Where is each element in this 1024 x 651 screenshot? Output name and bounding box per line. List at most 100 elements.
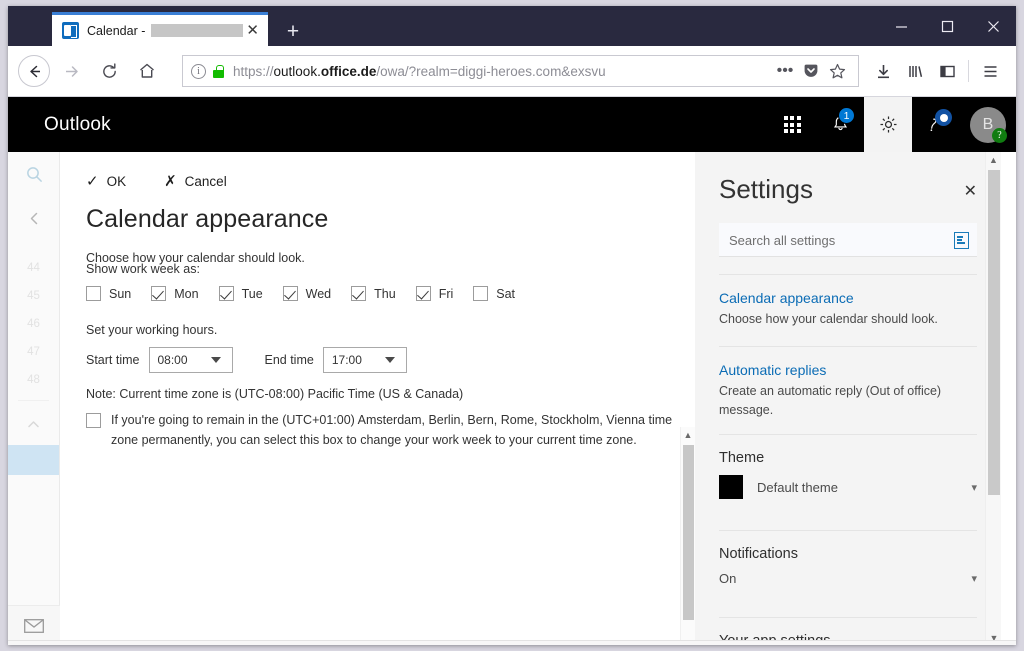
- x-icon: ✗: [164, 174, 177, 189]
- week-number: 46: [8, 310, 59, 338]
- settings-pane-scrollbar[interactable]: ▲ ▼: [985, 152, 1001, 645]
- close-icon[interactable]: ✕: [964, 174, 977, 200]
- maximize-icon[interactable]: [924, 6, 970, 46]
- day-label-sun: Sun: [109, 287, 131, 301]
- search-icon[interactable]: [8, 152, 60, 196]
- settings-item-automatic-replies[interactable]: Automatic replies Create an automatic re…: [695, 347, 1001, 420]
- start-time-select[interactable]: 08:00: [149, 347, 233, 373]
- timezone-checkbox-row[interactable]: If you're going to remain in the (UTC+01…: [86, 410, 686, 450]
- settings-description: Choose how your calendar should look.: [719, 310, 977, 329]
- checkbox-mon[interactable]: [151, 286, 166, 301]
- settings-item-theme[interactable]: Theme Default theme ▾: [695, 435, 1001, 513]
- cancel-button[interactable]: ✗ Cancel: [164, 174, 227, 189]
- week-number: 45: [8, 282, 59, 310]
- start-time-value: 08:00: [158, 353, 201, 367]
- back-icon[interactable]: [18, 55, 50, 87]
- ok-button[interactable]: ✓ OK: [86, 174, 126, 189]
- browser-tab[interactable]: Calendar - ✕: [52, 12, 268, 46]
- work-week-day-fri[interactable]: Fri: [416, 286, 454, 301]
- avatar-status-badge: ?: [992, 128, 1007, 143]
- notification-count-badge: 1: [838, 107, 855, 124]
- scroll-up-icon[interactable]: ▲: [986, 152, 1001, 167]
- tab-close-icon[interactable]: ✕: [243, 21, 262, 41]
- week-number-list: 44 45 46 47 48: [8, 254, 59, 394]
- star-icon[interactable]: [824, 57, 850, 85]
- home-icon[interactable]: [130, 54, 164, 88]
- checkbox-fri[interactable]: [416, 286, 431, 301]
- web-page: Outlook 1: [8, 97, 1016, 645]
- status-strip: [8, 640, 1016, 645]
- browser-toolbar-right: [867, 54, 1006, 88]
- dialog-scrollbar[interactable]: ▲ ▼: [680, 427, 695, 645]
- page-info-icon[interactable]: i: [191, 64, 206, 79]
- library-icon[interactable]: [899, 54, 931, 88]
- avatar[interactable]: B ?: [960, 97, 1016, 152]
- chevron-up-icon[interactable]: [8, 407, 59, 441]
- day-label-fri: Fri: [439, 287, 454, 301]
- gear-icon[interactable]: [864, 97, 912, 152]
- bell-icon[interactable]: 1: [816, 97, 864, 152]
- work-week-day-tue[interactable]: Tue: [219, 286, 263, 301]
- minimize-icon[interactable]: [878, 6, 924, 46]
- chevron-down-icon[interactable]: ▾: [971, 572, 977, 585]
- checkbox-thu[interactable]: [351, 286, 366, 301]
- checkbox-sat[interactable]: [473, 286, 488, 301]
- timezone-note: Note: Current time zone is (UTC-08:00) P…: [86, 387, 694, 401]
- work-week-day-sun[interactable]: Sun: [86, 286, 131, 301]
- chevron-down-icon[interactable]: ▾: [971, 481, 977, 494]
- notifications-row[interactable]: On ▾: [719, 571, 977, 586]
- day-label-sat: Sat: [496, 287, 515, 301]
- work-week-day-mon[interactable]: Mon: [151, 286, 198, 301]
- timezone-section: Note: Current time zone is (UTC-08:00) P…: [60, 387, 694, 450]
- check-icon: ✓: [86, 174, 99, 189]
- hamburger-menu-icon[interactable]: [974, 54, 1006, 88]
- download-icon[interactable]: [867, 54, 899, 88]
- work-week-day-wed[interactable]: Wed: [283, 286, 331, 301]
- close-icon[interactable]: [970, 6, 1016, 46]
- waffle-grid-icon[interactable]: [768, 97, 816, 152]
- checkbox-wed[interactable]: [283, 286, 298, 301]
- chevron-left-icon[interactable]: [8, 196, 60, 240]
- work-week-day-thu[interactable]: Thu: [351, 286, 396, 301]
- reload-icon[interactable]: [92, 54, 126, 88]
- mail-icon[interactable]: [8, 605, 60, 645]
- settings-title: Settings: [719, 174, 813, 205]
- end-time-value: 17:00: [332, 353, 375, 367]
- help-icon[interactable]: [912, 97, 960, 152]
- theme-header: Theme: [719, 450, 977, 466]
- new-tab-button[interactable]: +: [280, 18, 306, 44]
- settings-link[interactable]: Calendar appearance: [719, 290, 977, 306]
- settings-item-notifications[interactable]: Notifications On ▾: [695, 531, 1001, 600]
- address-bar[interactable]: i https://outlook.office.de/owa/?realm=d…: [182, 55, 859, 87]
- checkbox-timezone[interactable]: [86, 413, 101, 428]
- week-number: 44: [8, 254, 59, 282]
- settings-item-calendar-appearance[interactable]: Calendar appearance Choose how your cale…: [695, 275, 1001, 329]
- ok-label: OK: [107, 174, 127, 189]
- rail-selected-row[interactable]: [8, 445, 59, 475]
- sidebar-icon[interactable]: [931, 54, 963, 88]
- start-time-label: Start time: [86, 353, 140, 367]
- checkbox-tue[interactable]: [219, 286, 234, 301]
- week-number: 48: [8, 366, 59, 394]
- checkbox-sun[interactable]: [86, 286, 101, 301]
- search-input[interactable]: Search all settings: [719, 223, 977, 257]
- url-actions: •••: [772, 57, 850, 85]
- scrollbar-thumb[interactable]: [988, 170, 1000, 495]
- notes-icon[interactable]: [954, 232, 969, 249]
- scrollbar-thumb[interactable]: [683, 445, 694, 620]
- work-week-day-sat[interactable]: Sat: [473, 286, 515, 301]
- scroll-up-icon[interactable]: ▲: [681, 427, 695, 442]
- browser-window: Calendar - ✕ +: [8, 6, 1016, 645]
- working-hours-section: Set your working hours. Start time 08:00…: [60, 323, 694, 373]
- forward-icon[interactable]: [54, 54, 88, 88]
- theme-row[interactable]: Default theme ▾: [719, 475, 977, 499]
- chevron-down-icon: [211, 357, 221, 363]
- outlook-header: Outlook 1: [8, 97, 1016, 152]
- toolbar-divider: [968, 60, 969, 82]
- end-time-select[interactable]: 17:00: [323, 347, 407, 373]
- pocket-icon[interactable]: [798, 57, 824, 85]
- settings-link[interactable]: Automatic replies: [719, 362, 977, 378]
- page-actions-more-icon[interactable]: •••: [772, 57, 798, 85]
- outlook-brand[interactable]: Outlook: [8, 114, 111, 136]
- chevron-down-icon: [385, 357, 395, 363]
